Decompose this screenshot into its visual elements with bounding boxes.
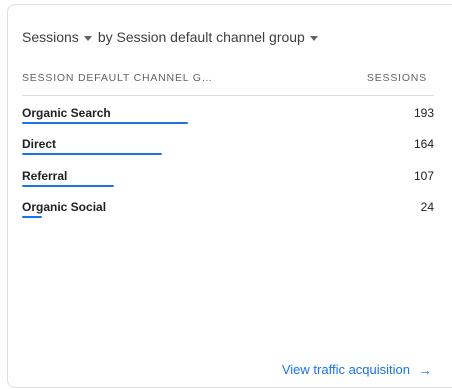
view-traffic-acquisition-link[interactable]: View traffic acquisition → [282,362,432,377]
table-row: Referral 107 [22,169,434,201]
dimension-selector[interactable]: by Session default channel group [98,29,324,45]
row-label: Organic Search [22,106,111,120]
dimension-selector-label: by Session default channel group [97,29,305,45]
row-value: 24 [420,200,434,214]
row-bar [22,216,42,218]
row-value: 107 [413,169,434,183]
table-row: Organic Search 193 [22,106,434,138]
row-label: Direct [22,137,57,151]
caret-down-icon [83,35,92,41]
row-label: Organic Social [22,200,107,214]
card-header: Sessions by Session default channel grou… [22,29,324,45]
metric-selector-label: Sessions [22,29,79,45]
column-header-dimension: SESSION DEFAULT CHANNEL G… [22,72,213,84]
footer-link-label: View traffic acquisition [281,362,410,377]
caret-down-icon [309,35,318,41]
table-row: Direct 164 [22,137,434,169]
table-row: Organic Social 24 [22,200,434,232]
row-value: 164 [413,137,434,151]
row-label: Referral [22,169,68,183]
row-bar [22,153,162,155]
row-bar [22,185,114,187]
row-value: 193 [413,106,434,120]
metric-selector[interactable]: Sessions [22,29,98,45]
arrow-right-icon: → [418,361,432,378]
column-header-sessions: SESSIONS [366,72,427,84]
row-bar [22,122,188,124]
header-divider [22,95,434,96]
